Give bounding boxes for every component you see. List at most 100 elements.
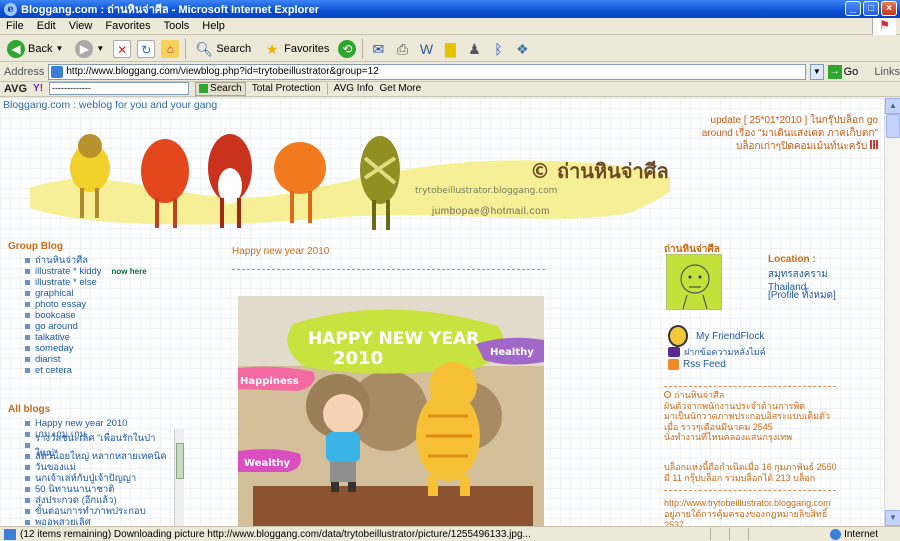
forward-dropdown-icon[interactable]: ▼ bbox=[96, 44, 104, 53]
history-icon[interactable]: ⟲ bbox=[338, 39, 357, 58]
menu-bar: File Edit View Favorites Tools Help ⚑ bbox=[0, 18, 900, 35]
all-blogs-scroll-area: Happy new year 2010 เกม เกม เกม รางวัลชน… bbox=[8, 418, 184, 526]
post-divider bbox=[232, 269, 545, 270]
all-blogs-title: All blogs bbox=[8, 404, 51, 415]
address-label: Address bbox=[4, 65, 45, 78]
go-button[interactable]: → Go bbox=[827, 64, 859, 79]
copyright-notice: อยู่ภายใต้การคุ้มครองของกฎหมายลิขสิทธิ์ … bbox=[664, 509, 828, 526]
search-button[interactable]: 🔍︎ Search bbox=[192, 38, 254, 60]
menu-file[interactable]: File bbox=[6, 20, 24, 32]
messenger-icon[interactable]: ♟ bbox=[465, 40, 483, 58]
all-blogs-scrollbar[interactable] bbox=[174, 429, 184, 526]
avg-search-button[interactable]: Search bbox=[195, 81, 246, 96]
yahoo-icon[interactable]: Y! bbox=[33, 83, 43, 94]
profile-sidebar: ถ่านหินจ่าศีล Location : สมุทรสงคราม Tha… bbox=[664, 242, 854, 526]
group-item[interactable]: diarist bbox=[8, 354, 183, 365]
site-url[interactable]: http://www.trytobeillustrator.bloggang.c… bbox=[664, 498, 849, 509]
avatar[interactable] bbox=[666, 254, 722, 310]
contact-email[interactable]: jumbopae@hotmail.com bbox=[432, 206, 550, 217]
maximize-button[interactable]: □ bbox=[863, 1, 879, 16]
avg-info-link[interactable]: AVG Info bbox=[334, 83, 374, 94]
close-button[interactable]: × bbox=[881, 1, 897, 16]
friendflock-link[interactable]: My FriendFlock bbox=[668, 325, 764, 347]
globe-icon bbox=[830, 528, 842, 540]
all-blogs-sidebar: All blogs Happy new year 2010 เกม เกม เก… bbox=[8, 404, 184, 526]
group-blog-sidebar: Group Blog ถ่านหินจ่าศีล illustrate * ki… bbox=[8, 241, 183, 376]
status-text: (12 items remaining) Downloading picture… bbox=[20, 528, 531, 540]
group-blog-title: Group Blog bbox=[8, 241, 63, 252]
back-button[interactable]: ◀ Back ▼ bbox=[4, 38, 66, 60]
scroll-down-icon[interactable]: ▼ bbox=[885, 510, 900, 526]
print-icon[interactable]: ⎙ bbox=[393, 40, 411, 58]
toolbar-separator bbox=[362, 38, 364, 59]
mail-icon[interactable]: ✉ bbox=[369, 40, 387, 58]
home-icon[interactable]: ⌂ bbox=[161, 39, 180, 58]
research-icon[interactable]: ❖ bbox=[513, 40, 531, 58]
ie-logo-icon: e bbox=[4, 2, 17, 16]
menu-edit[interactable]: Edit bbox=[37, 20, 56, 32]
profile-link[interactable]: [Profile ทั้งหมด] bbox=[768, 288, 836, 303]
menu-view[interactable]: View bbox=[69, 20, 93, 32]
refresh-icon[interactable]: ↻ bbox=[137, 39, 156, 58]
avg-search-input[interactable]: ------------- bbox=[49, 82, 190, 95]
group-item[interactable]: illustrate * kiddy now here bbox=[8, 266, 183, 277]
post-content: Happy new year 2010 HAPPY NEW YEAR 2010 … bbox=[232, 246, 547, 526]
scroll-up-icon[interactable]: ▲ bbox=[885, 98, 900, 114]
back-dropdown-icon[interactable]: ▼ bbox=[55, 44, 63, 53]
update-text: update [ 25*01*2010 ] ในกรุ๊ปบล็อก go ar… bbox=[701, 115, 878, 152]
bluetooth-icon[interactable]: ᛒ bbox=[489, 40, 507, 58]
minimize-button[interactable]: _ bbox=[845, 1, 861, 16]
scroll-thumb[interactable] bbox=[176, 443, 184, 479]
group-item[interactable]: talkative bbox=[8, 332, 183, 343]
bubble-headline: HAPPY NEW YEAR bbox=[308, 329, 479, 349]
favorites-button[interactable]: ★ Favorites bbox=[260, 38, 332, 60]
address-input[interactable]: http://www.bloggang.com/viewblog.php?id=… bbox=[48, 63, 806, 80]
sidebar-divider bbox=[664, 490, 836, 491]
avg-toolbar: AVG Y! ------------- Search Total Protec… bbox=[0, 81, 900, 97]
menu-help[interactable]: Help bbox=[202, 20, 225, 32]
group-item[interactable]: graphical bbox=[8, 288, 183, 299]
menu-favorites[interactable]: Favorites bbox=[105, 20, 150, 32]
site-tagline[interactable]: Bloggang.com : weblog for you and your g… bbox=[3, 99, 217, 111]
group-item[interactable]: go around bbox=[8, 321, 183, 332]
toolbar-separator bbox=[326, 82, 328, 95]
address-bar: Address http://www.bloggang.com/viewblog… bbox=[0, 62, 900, 82]
stats-icon bbox=[870, 140, 878, 149]
page-scrollbar[interactable]: ▲ ▼ bbox=[884, 98, 900, 526]
stop-icon[interactable]: ✕ bbox=[113, 39, 132, 58]
windows-flag-icon: ⚑ bbox=[872, 18, 896, 35]
status-bar: (12 items remaining) Downloading picture… bbox=[0, 526, 900, 541]
group-item[interactable]: bookcase bbox=[8, 310, 183, 321]
rss-icon bbox=[668, 359, 679, 370]
go-label: Go bbox=[843, 65, 859, 78]
post-title[interactable]: Happy new year 2010 bbox=[232, 246, 547, 257]
menu-tools[interactable]: Tools bbox=[164, 20, 190, 32]
word-icon[interactable]: W bbox=[417, 40, 435, 58]
message-link[interactable]: ฝากข้อความหลังไมค์ bbox=[668, 345, 766, 359]
rss-link[interactable]: Rss Feed bbox=[668, 359, 726, 370]
group-item[interactable]: et cetera bbox=[8, 365, 183, 376]
page-icon bbox=[51, 65, 64, 78]
window-titlebar: e Bloggang.com : ถ่านหินจ่าศีล - Microso… bbox=[0, 0, 900, 18]
group-item[interactable]: ถ่านหินจ่าศีล bbox=[8, 255, 183, 266]
blog-entry[interactable]: พออพสวยเลิศ bbox=[8, 517, 172, 526]
avg-logo[interactable]: AVG bbox=[4, 83, 27, 95]
address-dropdown-icon[interactable]: ▼ bbox=[809, 63, 824, 80]
group-item[interactable]: illustrate * else bbox=[8, 277, 183, 288]
group-item[interactable]: photo essay bbox=[8, 299, 183, 310]
forward-button[interactable]: ▶ ▼ bbox=[72, 38, 107, 60]
links-label[interactable]: Links bbox=[874, 66, 900, 78]
back-arrow-icon: ◀ bbox=[7, 39, 25, 58]
group-item[interactable]: someday bbox=[8, 343, 183, 354]
banner-subtitle: trytobeillustrator.bloggang.com bbox=[415, 186, 557, 196]
zone-label: Internet bbox=[844, 528, 878, 540]
standard-toolbar: ◀ Back ▼ ▶ ▼ ✕ ↻ ⌂ 🔍︎ Search ★ Favorites… bbox=[0, 36, 900, 62]
bubble-happiness: Happiness bbox=[240, 376, 299, 387]
avg-getmore-link[interactable]: Get More bbox=[380, 83, 422, 94]
loading-icon bbox=[4, 528, 16, 540]
message-label: ฝากข้อความหลังไมค์ bbox=[684, 347, 766, 357]
avg-protection-link[interactable]: Total Protection bbox=[252, 83, 321, 94]
notes-icon[interactable]: ▇ bbox=[441, 40, 459, 58]
search-label: Search bbox=[216, 42, 252, 55]
page-scroll-thumb[interactable] bbox=[886, 114, 900, 138]
